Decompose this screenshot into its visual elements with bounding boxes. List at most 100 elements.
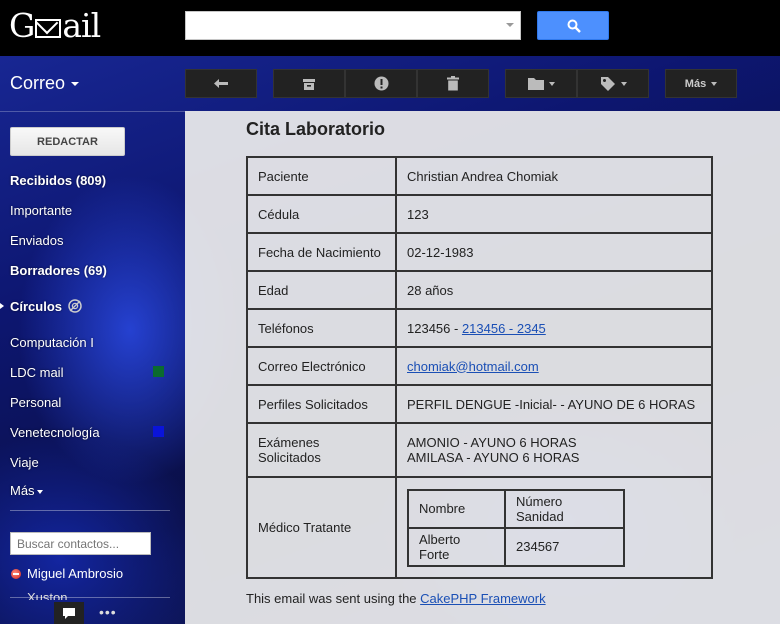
sidebar-item-inbox[interactable]: Recibidos (809) — [10, 173, 106, 188]
expand-arrow-icon[interactable] — [0, 303, 4, 309]
field-label: Médico Tratante — [246, 476, 397, 579]
footer-text: This email was sent using the — [246, 591, 421, 606]
sidebar-item-computacion[interactable]: Computación I — [10, 335, 94, 350]
archive-button[interactable] — [273, 69, 345, 98]
chat-bubble-icon — [63, 608, 75, 619]
column-header: Nombre — [407, 488, 506, 529]
doctor-table: Nombre Número Sanidad Alberto Forte 2345… — [407, 488, 625, 567]
phone-text: 123456 - — [407, 320, 462, 336]
column-header: Número Sanidad — [504, 488, 625, 529]
busy-status-icon — [11, 569, 21, 579]
sidebar-item-more[interactable]: Más — [10, 483, 43, 498]
table-row: Correo Electrónico chomiak@hotmail.com — [246, 346, 713, 386]
label-color-swatch[interactable] — [153, 366, 164, 377]
logo-letters-ail: ail — [62, 6, 101, 45]
field-value: 123456 - 213456 - 2345 — [395, 308, 713, 348]
field-label: Cédula — [246, 194, 397, 234]
chat-button[interactable] — [54, 602, 84, 624]
top-bar: Gail — [0, 0, 780, 56]
more-actions-button[interactable]: Más — [665, 69, 737, 98]
table-row: Alberto Forte 234567 — [407, 526, 625, 567]
sidebar-item-label: Más — [10, 483, 35, 498]
table-row: Perfiles Solicitados PERFIL DENGUE -Inic… — [246, 384, 713, 424]
sidebar-item-label: Círculos — [10, 299, 63, 314]
sidebar-item-sent[interactable]: Enviados — [10, 233, 63, 248]
sidebar-item-venetecnologia[interactable]: Venetecnología — [10, 425, 100, 440]
sidebar-item-important[interactable]: Importante — [10, 203, 72, 218]
appointment-table: Paciente Christian Andrea Chomiak Cédula… — [246, 156, 713, 579]
phone-link[interactable]: 213456 - 2345 — [462, 321, 546, 336]
email-link[interactable]: chomiak@hotmail.com — [407, 359, 539, 374]
field-label: Fecha de Nacimiento — [246, 232, 397, 272]
message-subject: Cita Laboratorio — [246, 119, 386, 139]
field-label: Correo Electrónico — [246, 346, 397, 386]
field-value: 123 — [395, 194, 713, 234]
field-value: AMONIO - AYUNO 6 HORAS AMILASA - AYUNO 6 … — [395, 422, 713, 478]
chevron-down-icon — [71, 82, 80, 87]
field-value: chomiak@hotmail.com — [395, 346, 713, 386]
search-button[interactable] — [537, 11, 609, 40]
field-label: Paciente — [246, 156, 397, 196]
field-value: 28 años — [395, 270, 713, 310]
labels-button[interactable] — [577, 69, 649, 98]
tag-icon — [600, 76, 615, 91]
contact-item[interactable]: Miguel Ambrosio — [27, 566, 123, 581]
report-spam-button[interactable] — [345, 69, 417, 98]
contacts-search-input[interactable] — [10, 532, 151, 555]
sidebar-item-circles[interactable]: Círculos — [10, 299, 82, 314]
label-color-swatch[interactable] — [153, 426, 164, 437]
field-value: PERFIL DENGUE -Inicial- - AYUNO DE 6 HOR… — [395, 384, 713, 424]
table-row: Teléfonos 123456 - 213456 - 2345 — [246, 308, 713, 348]
field-label: Exámenes Solicitados — [246, 422, 397, 478]
table-row: Edad 28 años — [246, 270, 713, 310]
back-arrow-icon — [214, 78, 228, 88]
sidebar-item-drafts[interactable]: Borradores (69) — [10, 263, 107, 278]
field-label: Perfiles Solicitados — [246, 384, 397, 424]
search-icon — [567, 19, 581, 33]
table-row: Médico Tratante Nombre Número Sanidad Al… — [246, 476, 713, 579]
gmail-logo[interactable]: Gail — [9, 6, 101, 45]
exam-line: AMONIO - AYUNO 6 HORAS — [407, 435, 577, 450]
table-row: Fecha de Nacimiento 02-12-1983 — [246, 232, 713, 272]
folder-icon — [527, 78, 544, 90]
field-value: Nombre Número Sanidad Alberto Forte 2345… — [395, 476, 713, 579]
spam-icon — [374, 76, 388, 91]
table-cell: 234567 — [504, 526, 625, 567]
exam-line: AMILASA - AYUNO 6 HORAS — [407, 450, 580, 465]
mail-menu[interactable]: Correo — [10, 73, 80, 94]
message-footer: This email was sent using the CakePHP Fr… — [246, 591, 546, 606]
search-input[interactable] — [185, 11, 521, 40]
table-row: Exámenes Solicitados AMONIO - AYUNO 6 HO… — [246, 422, 713, 478]
chevron-down-icon — [36, 489, 43, 494]
sidebar-item-ldc-mail[interactable]: LDC mail — [10, 365, 63, 380]
back-button[interactable] — [185, 69, 257, 98]
sidebar-item-personal[interactable]: Personal — [10, 395, 61, 410]
circles-icon — [68, 299, 82, 313]
table-row: Nombre Número Sanidad — [407, 488, 625, 529]
delete-button[interactable] — [417, 69, 489, 98]
sidebar-bottom-divider — [10, 597, 170, 598]
archive-icon — [303, 78, 315, 90]
chevron-down-icon — [548, 81, 555, 86]
compose-button[interactable]: REDACTAR — [10, 127, 125, 156]
table-row: Cédula 123 — [246, 194, 713, 234]
envelope-icon — [35, 19, 62, 38]
cakephp-link[interactable]: CakePHP Framework — [420, 591, 545, 606]
search-options-caret-icon[interactable] — [506, 23, 514, 27]
field-value: Christian Andrea Chomiak — [395, 156, 713, 196]
more-actions-label: Más — [684, 77, 707, 90]
contact-item[interactable]: Xuston — [27, 590, 67, 600]
chevron-down-icon — [620, 81, 627, 86]
field-label: Edad — [246, 270, 397, 310]
sidebar-divider — [10, 510, 170, 511]
sidebar-top-divider — [0, 111, 185, 112]
trash-icon — [447, 76, 459, 91]
more-options-icon[interactable]: ••• — [99, 604, 117, 620]
mail-menu-label: Correo — [10, 73, 66, 93]
field-label: Teléfonos — [246, 308, 397, 348]
table-cell: Alberto Forte — [407, 526, 506, 567]
move-to-button[interactable] — [505, 69, 577, 98]
field-value: 02-12-1983 — [395, 232, 713, 272]
sidebar-item-viaje[interactable]: Viaje — [10, 455, 39, 470]
table-row: Paciente Christian Andrea Chomiak — [246, 156, 713, 196]
